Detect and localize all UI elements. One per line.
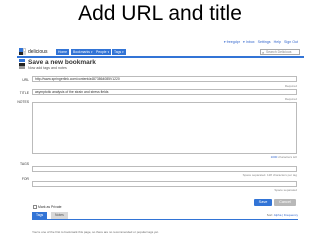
tag-tabs: Tags Notes Sort: Alpha | Frequency — [32, 212, 298, 219]
brand-name[interactable]: delicious — [28, 49, 47, 55]
for-field[interactable] — [32, 181, 297, 187]
nav-bar: delicious Home Bookmarks▾ People▾ Tags▾ … — [17, 47, 304, 56]
search-input[interactable]: ⌕ Search Delicious — [260, 48, 300, 55]
search-icon: ⌕ — [262, 49, 265, 55]
notes-char-count: 1000 — [270, 155, 278, 159]
title-hint: Required — [284, 96, 297, 101]
sort-prefix: Sort: — [266, 213, 274, 217]
nav-tab-tags[interactable]: Tags▾ — [112, 48, 126, 55]
for-label: FOR — [21, 177, 29, 181]
nav-tab-label: Tags — [114, 49, 122, 54]
chevron-down-icon: ▾ — [90, 49, 93, 54]
chevron-down-icon: ▾ — [122, 49, 124, 54]
tab-notes[interactable]: Notes — [51, 212, 68, 219]
nav-tab-label: People — [96, 49, 107, 54]
save-button[interactable]: Save — [254, 199, 272, 206]
no-tags-message: You're one of the first to bookmark this… — [32, 230, 159, 234]
nav-tab-label: Home — [58, 49, 68, 54]
cancel-button[interactable]: Cancel — [274, 199, 296, 206]
notes-field[interactable] — [32, 102, 297, 154]
slide-title: Add URL and title — [78, 2, 242, 25]
private-checkbox[interactable] — [33, 205, 37, 209]
url-field[interactable]: http://www.springerlink.com/content/a487… — [32, 76, 297, 82]
tags-field[interactable] — [32, 166, 297, 172]
user-links: ▾ freegdpr ▾ Inbox Settings Help Sign Ou… — [222, 40, 298, 44]
nav-tab-home[interactable]: Home — [56, 48, 70, 55]
delicious-logo-icon[interactable] — [19, 48, 26, 55]
chevron-down-icon: ▾ — [107, 49, 110, 54]
delicious-screenshot: ▾ freegdpr ▾ Inbox Settings Help Sign Ou… — [17, 40, 304, 240]
notes-char-text: characters left — [278, 155, 297, 159]
notes-hint: 1000 characters left — [271, 155, 297, 159]
settings-link[interactable]: Settings — [258, 40, 271, 44]
for-hint: Space separated — [274, 188, 297, 192]
page-title: Save a new bookmark — [28, 59, 96, 66]
tags-label: TAGS — [20, 162, 29, 166]
nav-tab-label: Bookmarks — [73, 49, 90, 54]
inbox-link[interactable]: ▾ Inbox — [243, 40, 255, 44]
sign-out-link[interactable]: Sign Out — [284, 40, 298, 44]
title-field[interactable]: asymptotic analysis of the strain and st… — [32, 89, 297, 95]
nav-divider — [17, 56, 304, 58]
nav-tab-bookmarks[interactable]: Bookmarks▾ — [71, 48, 95, 55]
url-label: URL — [22, 77, 29, 82]
help-link[interactable]: Help — [274, 40, 281, 44]
tab-divider — [32, 219, 298, 220]
search-placeholder: Search Delicious — [266, 49, 292, 54]
url-hint: Required — [284, 83, 297, 88]
tab-tags[interactable]: Tags — [32, 212, 48, 219]
sort-options[interactable]: Alpha | Frequency — [274, 213, 298, 217]
tags-hint: Space separated. 128 characters per tag — [242, 173, 297, 177]
top-strip: ▾ freegdpr ▾ Inbox Settings Help Sign Ou… — [17, 40, 304, 47]
notes-label: NOTES — [17, 100, 29, 104]
page-subtitle: Now add tags and notes — [28, 66, 67, 70]
sort-links: Sort: Alpha | Frequency — [267, 213, 298, 217]
private-label: Mark as Private — [38, 204, 62, 209]
bookmark-stack-icon — [19, 59, 25, 69]
user-menu-link[interactable]: ▾ freegdpr — [224, 40, 240, 44]
nav-tab-people[interactable]: People▾ — [94, 48, 112, 55]
title-label: TITLE — [19, 90, 29, 95]
